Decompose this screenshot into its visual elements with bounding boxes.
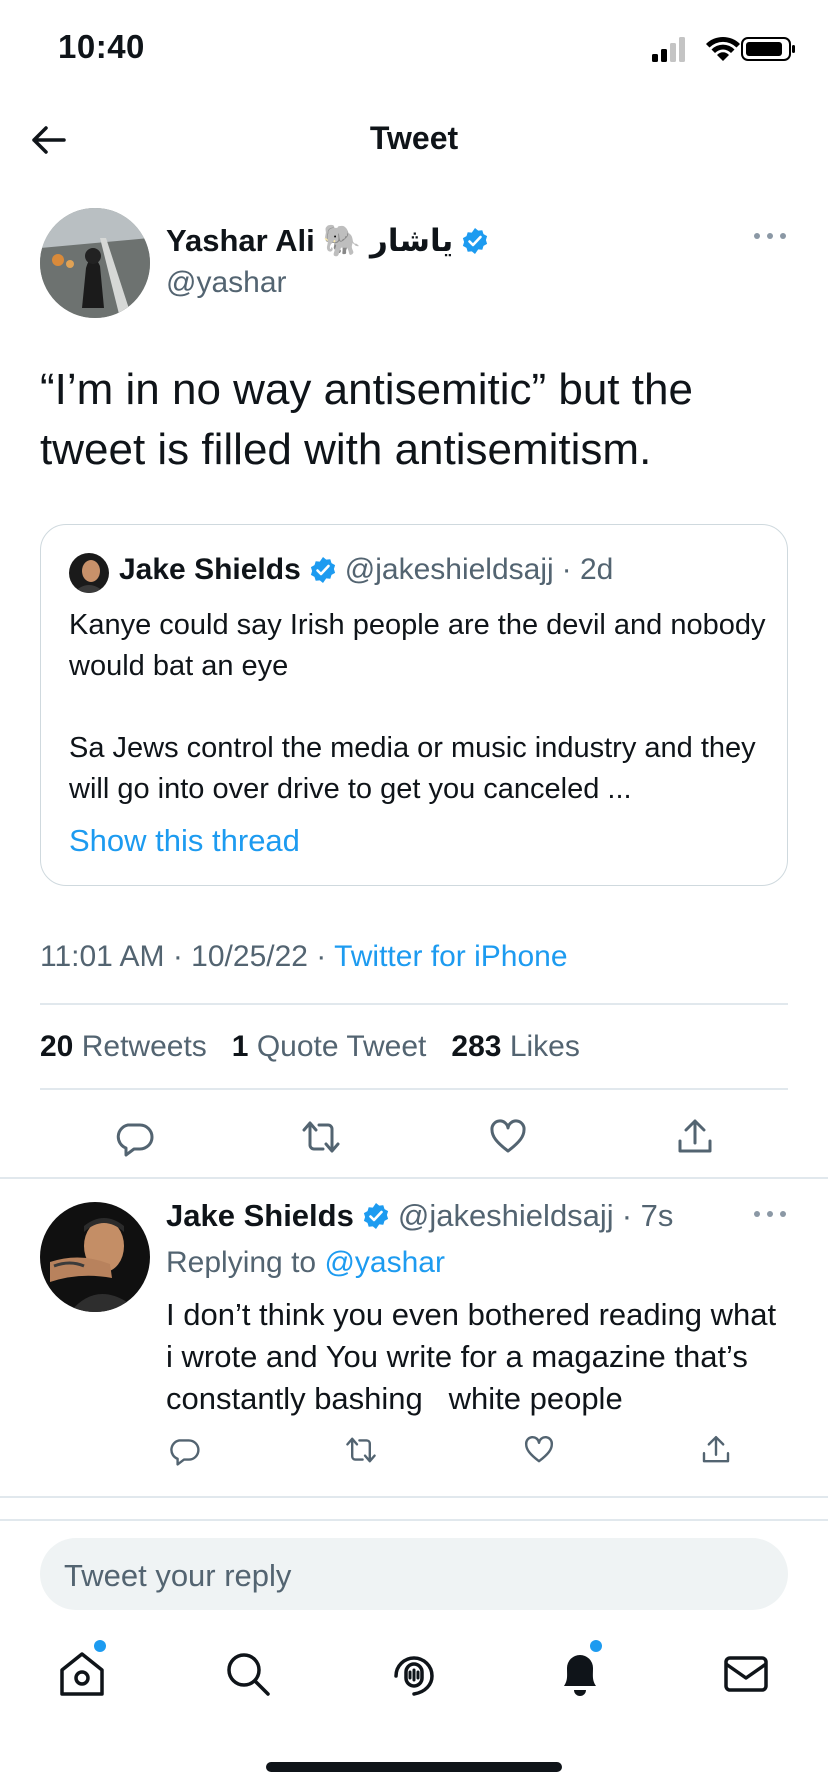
page-title: Tweet xyxy=(369,120,459,156)
reply-avatar[interactable] xyxy=(40,1202,150,1312)
author-name-suffix: 🐘 ياشار xyxy=(322,223,454,258)
author-avatar[interactable] xyxy=(40,208,150,318)
author-name[interactable]: Yashar Ali 🐘 ياشار xyxy=(166,222,489,259)
notifications-icon xyxy=(564,1655,596,1696)
home-icon xyxy=(60,1652,104,1696)
spaces-icon xyxy=(394,1656,434,1696)
quote-text-line1: Kanye could say Irish people are the dev… xyxy=(69,609,766,682)
verified-badge-icon xyxy=(363,1203,388,1229)
search-icon xyxy=(227,1653,270,1696)
replying-to: Replying to @yashar xyxy=(166,1246,445,1280)
share-icon[interactable] xyxy=(700,1434,732,1466)
wifi-icon xyxy=(706,36,740,61)
tweet-stats: 20 Retweets 1 Quote Tweet 283 Likes xyxy=(40,1030,580,1064)
divider xyxy=(0,1519,828,1521)
quote-handle: @jakeshieldsajj xyxy=(344,553,554,586)
reply-header: Jake Shields @jakeshieldsajj · 7s xyxy=(166,1198,673,1234)
quoted-tweet-card[interactable]: Jake Shields @jakeshieldsajj · 2d Kanye … xyxy=(40,524,788,886)
tweet-text: “I’m in no way antisemitic” but the twee… xyxy=(40,365,693,474)
author-handle[interactable]: @yashar xyxy=(166,266,287,300)
show-thread-link[interactable]: Show this thread xyxy=(69,823,300,859)
like-icon[interactable] xyxy=(488,1117,528,1157)
reply-handle[interactable]: @jakeshieldsajj xyxy=(398,1198,614,1234)
reply-time: · 7s xyxy=(621,1198,674,1233)
reply-text: I don’t think you even bothered reading … xyxy=(166,1297,785,1416)
verified-badge-icon xyxy=(463,227,488,254)
status-time: 10:40 xyxy=(58,28,145,65)
divider xyxy=(0,1496,828,1498)
reply-author-name[interactable]: Jake Shields xyxy=(166,1198,354,1234)
quote-text: Kanye could say Irish people are the dev… xyxy=(69,605,769,810)
quote-time: · 2d xyxy=(561,553,614,586)
home-indicator xyxy=(266,1762,562,1772)
like-icon[interactable] xyxy=(523,1434,555,1466)
tweet-actions xyxy=(40,1112,788,1162)
quotes-stat[interactable]: 1 Quote Tweet xyxy=(232,1030,427,1063)
notification-dot xyxy=(94,1640,106,1652)
divider xyxy=(0,1177,828,1179)
divider xyxy=(40,1003,788,1005)
quote-author-name: Jake Shields xyxy=(119,553,301,586)
tab-home[interactable] xyxy=(56,1640,108,1700)
reply-placeholder[interactable]: Tweet your reply xyxy=(64,1558,291,1594)
divider xyxy=(40,1088,788,1090)
tab-messages[interactable] xyxy=(720,1648,772,1700)
likes-stat[interactable]: 283 Likes xyxy=(451,1030,579,1063)
reply-icon[interactable] xyxy=(114,1117,154,1157)
tab-spaces[interactable] xyxy=(388,1648,440,1700)
more-options-icon[interactable] xyxy=(752,1208,788,1220)
reply-icon[interactable] xyxy=(168,1434,200,1466)
notification-dot xyxy=(590,1640,602,1652)
verified-badge-icon xyxy=(310,557,335,583)
tweet-meta: 11:01 AM · 10/25/22 · Twitter for iPhone xyxy=(40,940,568,974)
battery-icon xyxy=(741,37,795,61)
quote-text-line2: Sa Jews control the media or music indus… xyxy=(69,732,756,805)
reply-actions xyxy=(150,1432,750,1468)
tweet-timestamp: 11:01 AM · 10/25/22 · xyxy=(40,940,335,973)
status-icons xyxy=(652,36,795,62)
messages-icon xyxy=(724,1656,768,1692)
retweet-icon[interactable] xyxy=(301,1117,341,1157)
retweets-stat[interactable]: 20 Retweets xyxy=(40,1030,207,1063)
tab-notifications[interactable] xyxy=(554,1640,606,1700)
tweet-source-link[interactable]: Twitter for iPhone xyxy=(334,940,567,973)
tab-search[interactable] xyxy=(222,1648,274,1700)
signal-icon xyxy=(652,54,658,62)
replying-to-link[interactable]: @yashar xyxy=(324,1246,445,1279)
quote-avatar xyxy=(69,553,109,593)
replying-label: Replying to xyxy=(166,1246,325,1279)
more-options-icon[interactable] xyxy=(752,230,788,242)
author-display-name: Yashar Ali xyxy=(166,222,315,258)
quote-header: Jake Shields @jakeshieldsajj · 2d xyxy=(119,553,613,587)
retweet-icon[interactable] xyxy=(345,1434,377,1466)
share-icon[interactable] xyxy=(675,1117,715,1157)
